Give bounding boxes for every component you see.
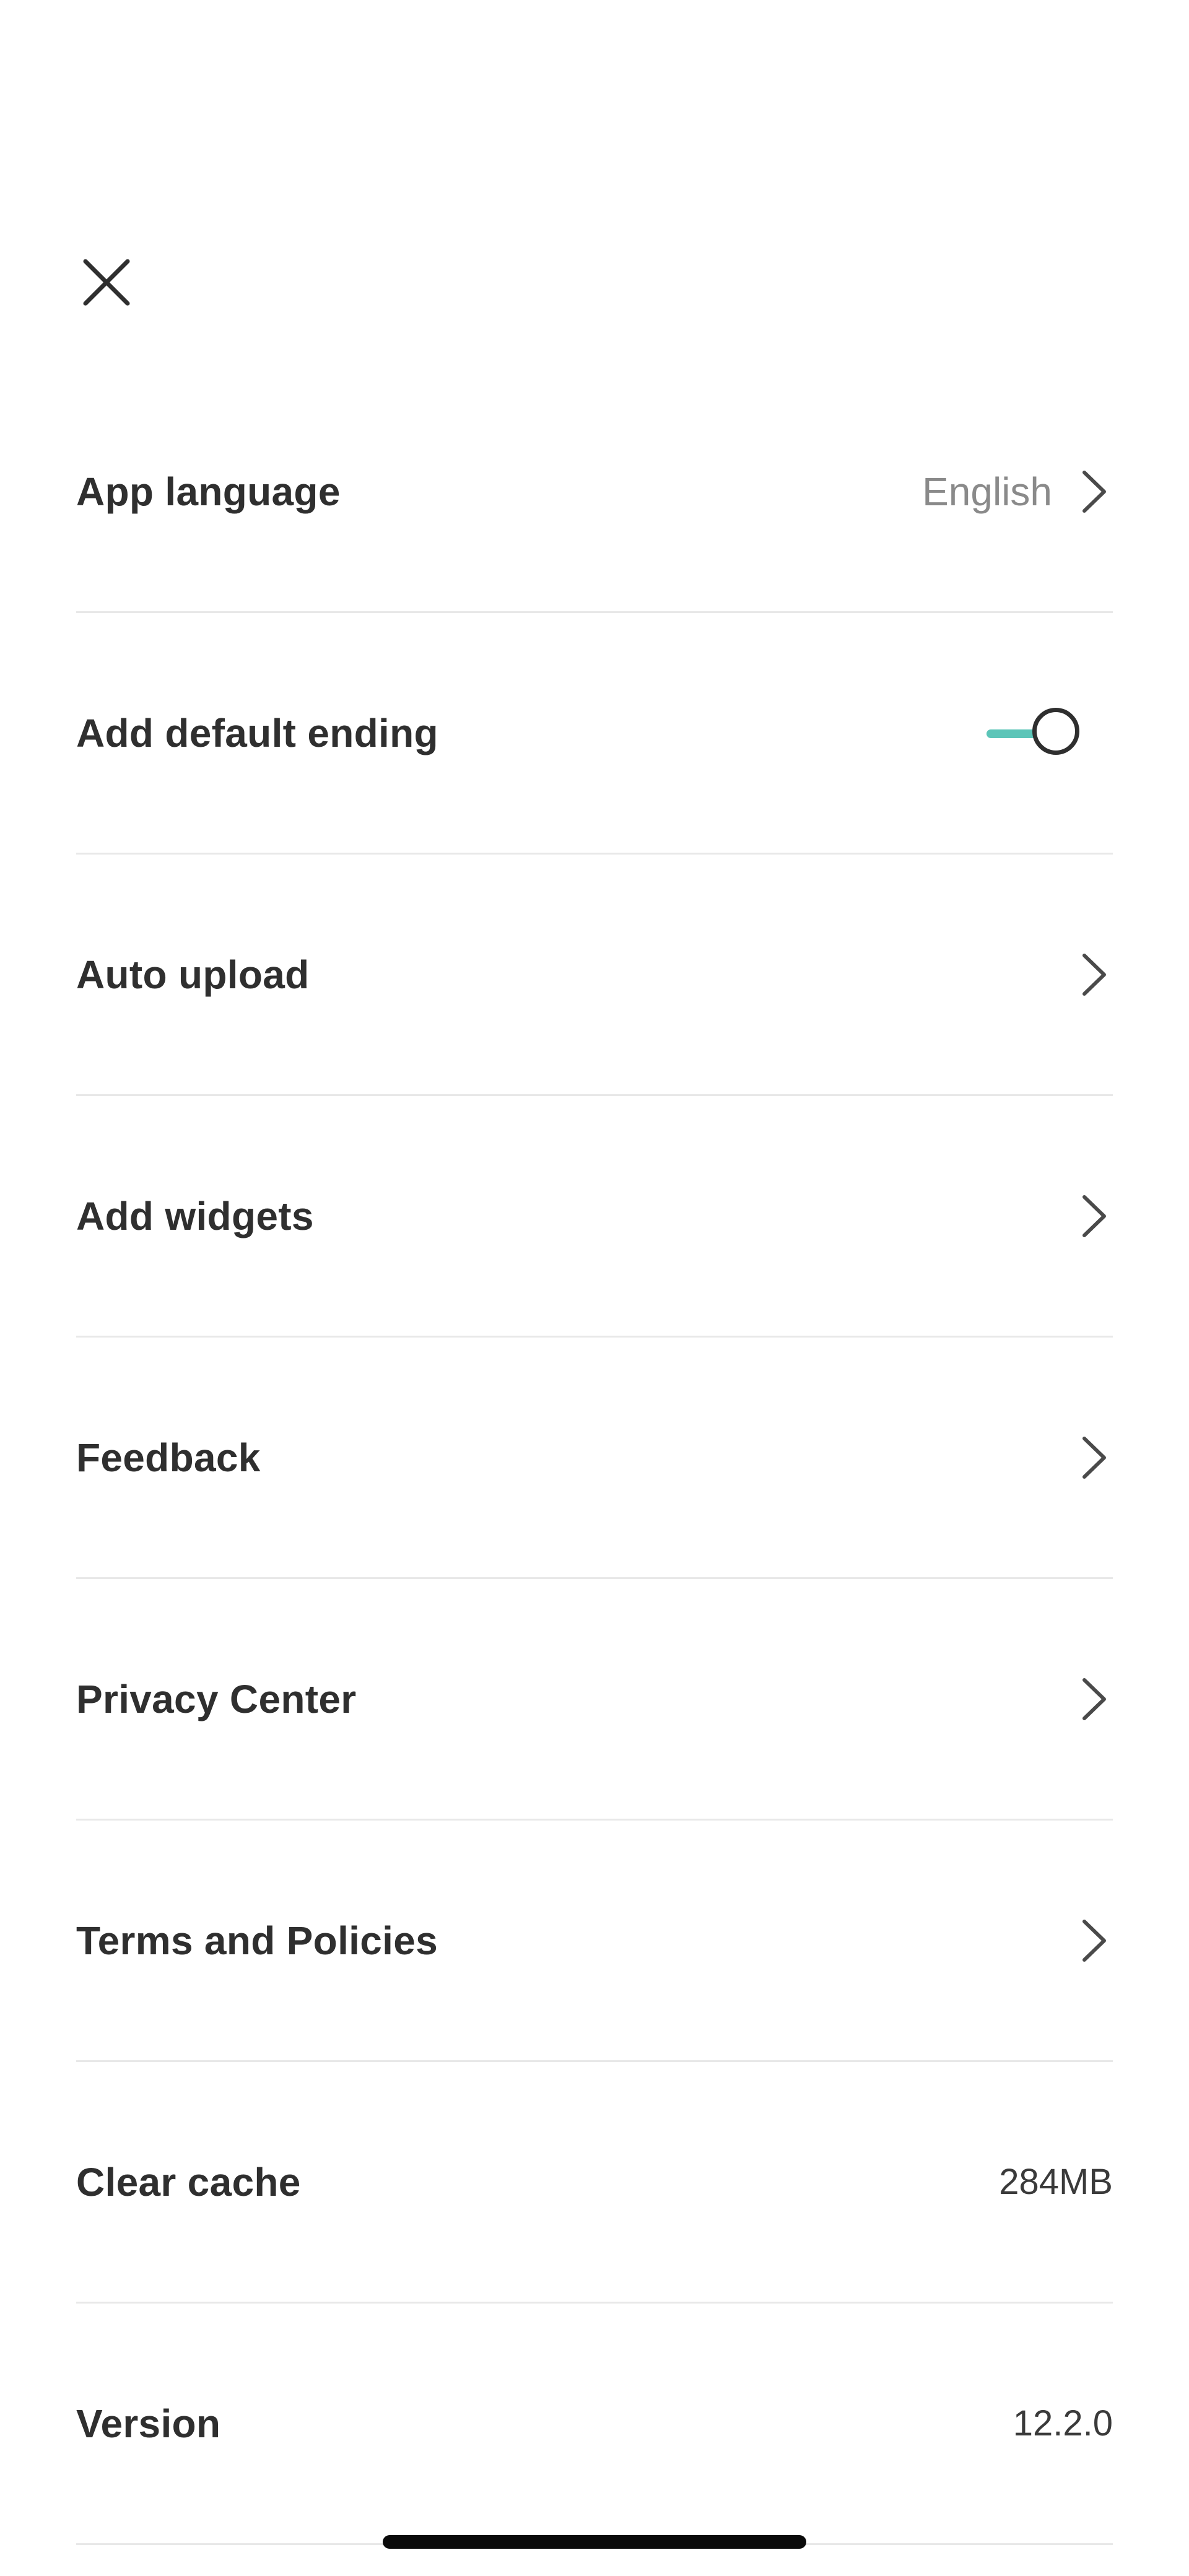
chevron-right-icon [1076, 1433, 1113, 1482]
default-ending-row: Add default ending [76, 613, 1113, 855]
chevron-right-icon [1076, 950, 1113, 999]
chevron-right-icon [1076, 467, 1113, 516]
add-widgets-label: Add widgets [76, 1193, 314, 1238]
app-language-row[interactable]: App language English [76, 372, 1113, 613]
default-ending-right [986, 613, 1113, 853]
clear-cache-label: Clear cache [76, 2159, 301, 2204]
version-row: Version 12.2.0 [76, 2304, 1113, 2545]
home-indicator [383, 2535, 806, 2549]
default-ending-toggle[interactable] [986, 703, 1092, 763]
add-widgets-row[interactable]: Add widgets [76, 1096, 1113, 1338]
toggle-knob [1032, 707, 1079, 755]
feedback-row[interactable]: Feedback [76, 1338, 1113, 1579]
version-label: Version [76, 2401, 221, 2446]
app-language-value: English [922, 469, 1052, 514]
default-ending-label: Add default ending [76, 710, 438, 755]
auto-upload-row[interactable]: Auto upload [76, 855, 1113, 1096]
close-button[interactable] [72, 248, 141, 317]
terms-row[interactable]: Terms and Policies [76, 1821, 1113, 2062]
privacy-center-row[interactable]: Privacy Center [76, 1579, 1113, 1821]
close-icon [83, 259, 130, 306]
chevron-right-icon [1076, 1674, 1113, 1724]
cache-size-value: 284MB [999, 2162, 1113, 2202]
chevron-right-icon [1076, 1191, 1113, 1241]
app-language-label: App language [76, 469, 341, 514]
clear-cache-row[interactable]: Clear cache 284MB [76, 2062, 1113, 2304]
chevron-right-icon [1076, 1916, 1113, 1965]
privacy-center-label: Privacy Center [76, 1676, 357, 1721]
version-value: 12.2.0 [1013, 2403, 1113, 2443]
terms-label: Terms and Policies [76, 1918, 438, 1963]
auto-upload-label: Auto upload [76, 952, 310, 997]
settings-list: App language English Add default ending … [76, 372, 1113, 2545]
app-language-right: English [922, 372, 1113, 611]
feedback-label: Feedback [76, 1435, 261, 1480]
